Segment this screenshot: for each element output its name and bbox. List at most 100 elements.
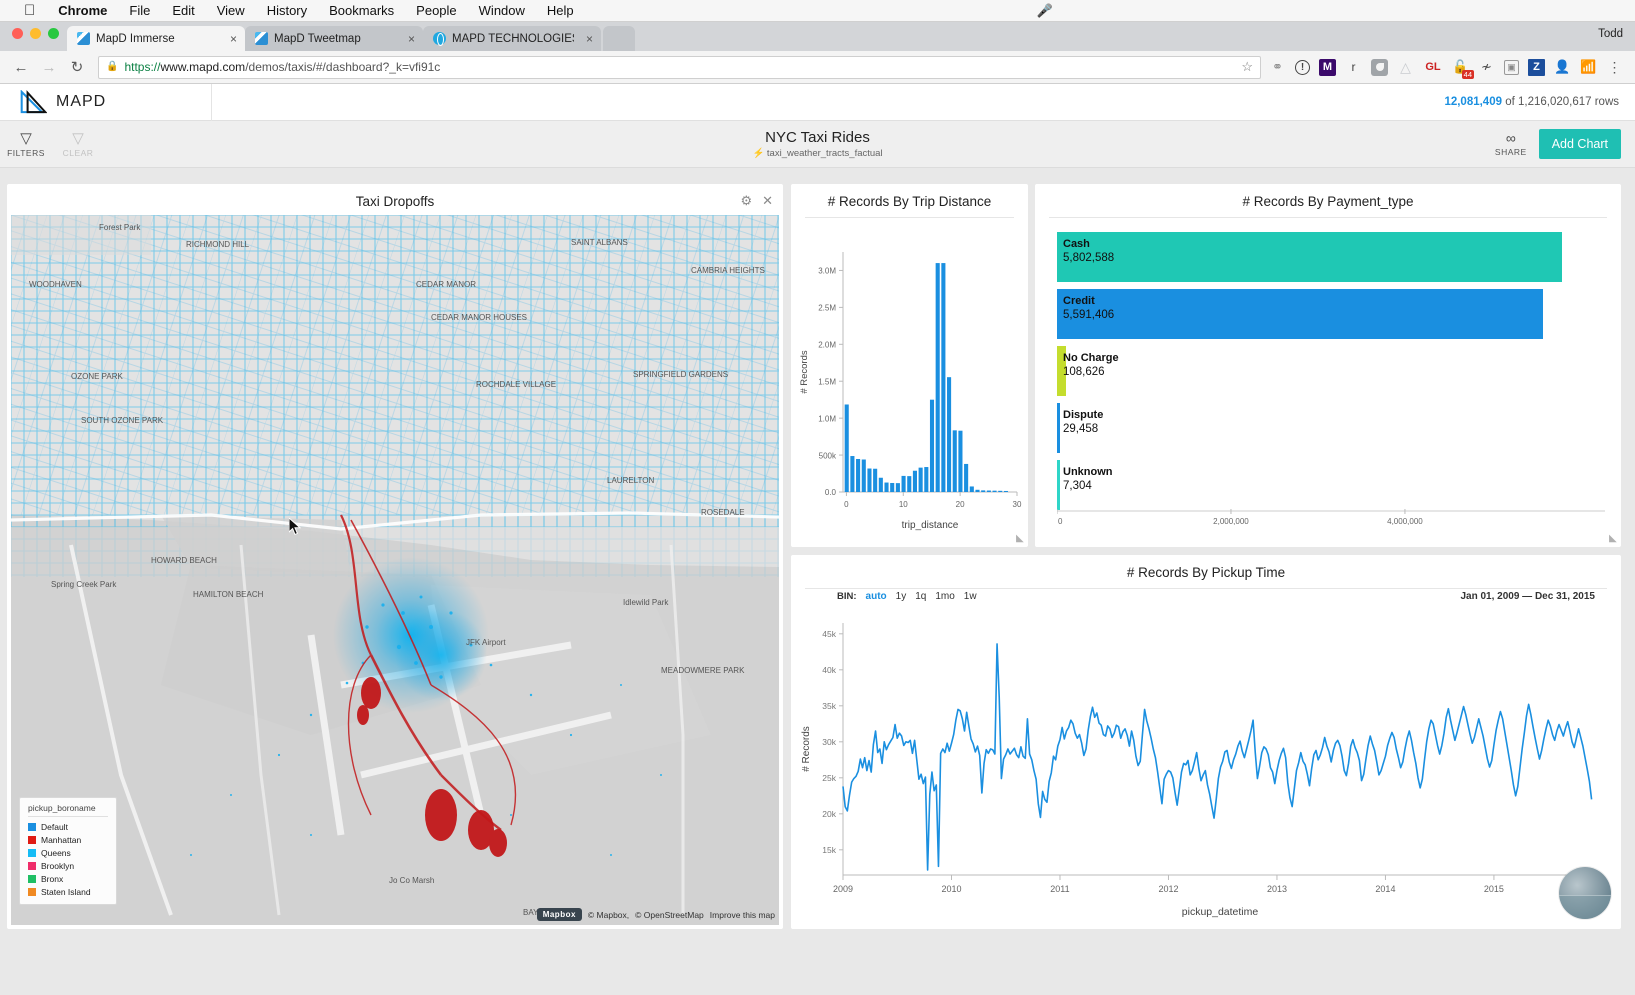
back-icon[interactable]: ←: [8, 54, 34, 80]
menu-item-window[interactable]: Window: [468, 3, 536, 18]
histogram-bar[interactable]: [975, 489, 980, 492]
histogram-bar[interactable]: [998, 490, 1003, 492]
histogram-bar[interactable]: [844, 404, 849, 492]
forward-icon[interactable]: →: [36, 54, 62, 80]
close-tab-icon[interactable]: ×: [402, 33, 415, 45]
gear-icon[interactable]: ⚙: [740, 193, 752, 209]
clear-filters-button[interactable]: ▽ CLEAR: [52, 131, 104, 158]
payment-bar-row[interactable]: Unknown 7,304: [1057, 460, 1605, 510]
browser-tab-mapd-technologies[interactable]: MAPD TECHNOLOGIES INC We ×: [423, 26, 601, 51]
histogram-bar[interactable]: [895, 483, 900, 492]
layers-icon[interactable]: ≁: [1478, 59, 1495, 76]
payment-type-bars[interactable]: Cash 5,802,588 Credit 5,591,406 No Charge 108…: [1057, 232, 1605, 510]
histogram-bar[interactable]: [941, 263, 946, 492]
browser-tab-mapd-immerse[interactable]: MapD Immerse ×: [67, 26, 245, 51]
histogram-bar[interactable]: [958, 430, 963, 492]
bin-option-auto[interactable]: auto: [866, 591, 887, 602]
date-range-label[interactable]: Jan 01, 2009 — Dec 31, 2015: [1460, 591, 1595, 602]
attr-mapbox[interactable]: © Mapbox,: [588, 910, 629, 920]
histogram-bar[interactable]: [929, 399, 935, 492]
menu-kebab-icon[interactable]: ⋮: [1606, 59, 1623, 76]
histogram-bar[interactable]: [964, 463, 969, 492]
brand-block[interactable]: MAPD: [0, 83, 212, 121]
histogram-bar[interactable]: [878, 477, 883, 492]
mapbox-logo[interactable]: Mapbox: [536, 908, 582, 921]
menu-item-view[interactable]: View: [206, 3, 256, 18]
histogram-bar[interactable]: [924, 467, 929, 492]
address-bar[interactable]: 🔒 https://www.mapd.com/demos/taxis/#/das…: [98, 55, 1261, 79]
histogram-bar[interactable]: [918, 467, 923, 492]
microphone-icon[interactable]: 🎤: [1025, 3, 1065, 19]
bin-option-1q[interactable]: 1q: [915, 591, 926, 602]
pin-icon[interactable]: ⚭: [1269, 59, 1286, 76]
menu-item-people[interactable]: People: [405, 3, 467, 18]
histogram-bar[interactable]: [861, 459, 866, 492]
histogram-bar[interactable]: [992, 490, 997, 492]
resize-handle[interactable]: ◢: [1609, 533, 1617, 544]
maximize-window-button[interactable]: [48, 28, 59, 39]
apple-menu-icon[interactable]: : [10, 3, 47, 18]
histogram-bar[interactable]: [947, 377, 952, 492]
payment-bar-row[interactable]: No Charge 108,626: [1057, 346, 1605, 396]
lastpass-icon[interactable]: 🔓 44: [1452, 59, 1474, 79]
menu-item-help[interactable]: Help: [536, 3, 585, 18]
globe-widget-icon[interactable]: [1559, 867, 1611, 919]
histogram-bar[interactable]: [901, 475, 906, 492]
b-box-icon[interactable]: ▣: [1504, 59, 1519, 75]
histogram-bar[interactable]: [912, 470, 917, 492]
star-icon[interactable]: ☆: [1241, 59, 1253, 75]
bin-option-1mo[interactable]: 1mo: [935, 591, 954, 602]
info-icon[interactable]: !: [1295, 59, 1310, 75]
menu-item-edit[interactable]: Edit: [161, 3, 205, 18]
cast-icon[interactable]: 📶: [1580, 59, 1597, 76]
profile-name[interactable]: Todd: [1598, 28, 1623, 40]
menu-item-history[interactable]: History: [256, 3, 318, 18]
histogram-bar[interactable]: [969, 486, 974, 492]
attr-improve[interactable]: Improve this map: [710, 910, 775, 920]
histogram-bar[interactable]: [986, 490, 991, 492]
payment-bar[interactable]: [1057, 403, 1060, 453]
payment-bar-row[interactable]: Cash 5,802,588: [1057, 232, 1605, 282]
menu-item-chrome[interactable]: Chrome: [47, 3, 118, 18]
histogram-bar[interactable]: [850, 456, 855, 492]
histogram-bar[interactable]: [981, 490, 986, 492]
close-tab-icon[interactable]: ×: [224, 33, 237, 45]
pickup-time-plot[interactable]: 15k 20k 25k 30k 35k 40k 45k 2009 2010 2011 2012 201…: [791, 611, 1621, 921]
m-extension-icon[interactable]: M: [1319, 58, 1336, 76]
r-extension-icon[interactable]: r: [1345, 59, 1362, 76]
payment-bar[interactable]: [1057, 460, 1060, 510]
share-button[interactable]: ∞ SHARE: [1495, 131, 1527, 157]
z-icon[interactable]: Z: [1528, 58, 1545, 76]
line-series[interactable]: [842, 643, 1593, 871]
reload-icon[interactable]: ↻: [64, 54, 90, 80]
bin-option-1y[interactable]: 1y: [896, 591, 907, 602]
bin-option-1w[interactable]: 1w: [964, 591, 977, 602]
close-icon[interactable]: ✕: [762, 193, 773, 209]
minimize-window-button[interactable]: [30, 28, 41, 39]
close-tab-icon[interactable]: ×: [580, 33, 593, 45]
payment-bar-row[interactable]: Credit 5,591,406: [1057, 289, 1605, 339]
histogram-bar[interactable]: [935, 263, 940, 492]
histogram-bar[interactable]: [1003, 490, 1008, 492]
histogram-bar[interactable]: [856, 458, 861, 492]
payment-bar[interactable]: [1057, 289, 1544, 339]
histogram-bar[interactable]: [867, 468, 872, 492]
payment-bar[interactable]: [1057, 232, 1562, 282]
drive-icon[interactable]: △: [1397, 59, 1414, 76]
gl-icon[interactable]: GL: [1423, 59, 1443, 76]
add-chart-button[interactable]: Add Chart: [1538, 129, 1621, 159]
close-window-button[interactable]: [12, 28, 23, 39]
map-canvas[interactable]: pickup_boroname Default Manhattan Queens…: [11, 215, 779, 925]
histogram-bar[interactable]: [952, 430, 957, 492]
filters-button[interactable]: ▽ FILTERS: [0, 131, 52, 158]
menu-item-bookmarks[interactable]: Bookmarks: [318, 3, 405, 18]
histogram-bar[interactable]: [890, 482, 895, 492]
user-icon[interactable]: 👤: [1554, 59, 1571, 76]
attr-osm[interactable]: © OpenStreetMap: [635, 910, 704, 920]
new-tab-button[interactable]: [603, 26, 635, 51]
histogram-bar[interactable]: [873, 468, 878, 492]
browser-tab-mapd-tweetmap[interactable]: MapD Tweetmap ×: [245, 26, 423, 51]
payment-bar-row[interactable]: Dispute 29,458: [1057, 403, 1605, 453]
histogram-bar[interactable]: [907, 476, 912, 492]
trip-distance-plot[interactable]: 0.0 500k 1.0M 1.5M 2.0M 2.5M 3.0M 0 10 20 30 # Reco…: [791, 242, 1028, 542]
